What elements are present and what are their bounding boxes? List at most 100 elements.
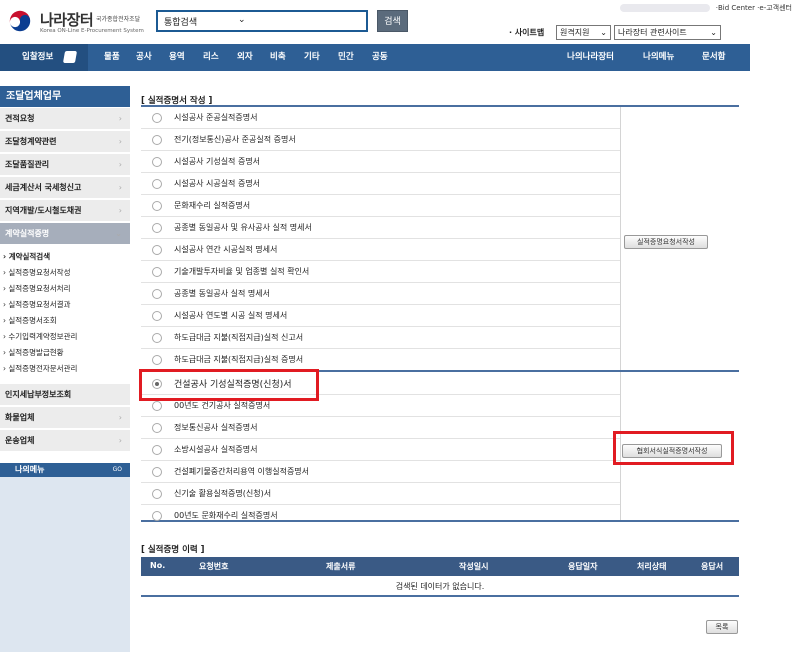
form-option-row[interactable]: 하도급대금 지불(직접지급)실적 증명서 — [141, 349, 620, 371]
nav-item-goods[interactable]: 물품 — [104, 44, 120, 71]
sidebar-subitem[interactable]: › 수기입력계약정보관리 — [3, 331, 77, 342]
form-option-row[interactable]: 00년도 문화재수리 실적증명서 — [141, 505, 620, 527]
mouse-icon — [62, 51, 78, 63]
sidebar-item-quality[interactable]: 조달품질관리 › — [0, 154, 130, 176]
sidebar-subitem[interactable]: › 실적증명전자문서관리 — [3, 363, 77, 374]
nav-my-menu[interactable]: 나의메뉴 — [643, 44, 674, 71]
radio-button[interactable] — [152, 333, 162, 343]
form-option-row[interactable]: 공종별 동일공사 실적 명세서 — [141, 283, 620, 305]
sidebar-item-performance-cert[interactable]: 계약실적증명 ⌄ — [0, 223, 130, 245]
form-option-row[interactable]: 정보통신공사 실적증명서 — [141, 417, 620, 439]
form-option-row[interactable]: 하도급대금 지불(직접지급)실적 신고서 — [141, 327, 620, 349]
sidebar-item-cargo[interactable]: 화물업체 › — [0, 407, 130, 429]
search-button[interactable]: 검색 — [377, 10, 408, 32]
col-response-doc: 응답서 — [701, 562, 724, 571]
sidebar-item-label: 화물업체 — [5, 413, 35, 422]
radio-button[interactable] — [152, 311, 162, 321]
form-option-row[interactable]: 시설공사 연간 시공실적 명세서 — [141, 239, 620, 261]
nav-bid-info[interactable]: 입찰정보 — [0, 44, 88, 71]
my-menu-go[interactable]: GO — [113, 463, 122, 477]
list-button[interactable]: 목록 — [706, 620, 738, 634]
sidebar-item-bonds[interactable]: 지역개발/도시철도채권 › — [0, 200, 130, 222]
radio-button[interactable] — [152, 401, 162, 411]
nara-logo[interactable]: 나라장터 국가종합전자조달 Korea ON-Line E-Procuremen… — [7, 7, 157, 35]
radio-button[interactable] — [152, 201, 162, 211]
radio-button[interactable] — [152, 355, 162, 365]
sidebar-item-contract[interactable]: 조달청계약관련 › — [0, 131, 130, 153]
sidebar-subitem[interactable]: › 실적증명요청서작성 — [3, 267, 70, 278]
sidebar-item-transport[interactable]: 운송업체 › — [0, 430, 130, 452]
radio-button[interactable] — [152, 489, 162, 499]
radio-button[interactable] — [152, 179, 162, 189]
nav-item-lease[interactable]: 리스 — [203, 44, 219, 71]
radio-button[interactable] — [152, 223, 162, 233]
form-option-row[interactable]: 전기(정보통신)공사 준공실적 증명서 — [141, 129, 620, 151]
create-request-button[interactable]: 실적증명요청서작성 — [624, 235, 708, 249]
nav-item-service[interactable]: 용역 — [169, 44, 185, 71]
related-sites-value: 나라장터 관련사이트 — [618, 28, 687, 37]
form-option-row[interactable]: 신기술 활용실적증명(신청)서 — [141, 483, 620, 505]
chevron-right-icon: › — [118, 114, 122, 123]
form-option-row[interactable]: 시설공사 시공실적 증명서 — [141, 173, 620, 195]
sidebar-subitem[interactable]: › 실적증명요청서결과 — [3, 299, 70, 310]
sitemap-select[interactable]: 원격지원 ⌄ — [556, 25, 611, 40]
form-option-row[interactable]: 건설폐기물중간처리용역 이행실적증명서 — [141, 461, 620, 483]
form-option-label: 신기술 활용실적증명(신청)서 — [174, 489, 272, 498]
sidebar-subitem[interactable]: › 계약실적검색 — [3, 251, 50, 262]
radio-button[interactable] — [152, 423, 162, 433]
form-option-row[interactable]: 시설공사 준공실적증명서 — [141, 107, 620, 129]
sidebar-item-quote-request[interactable]: 견적요청 › — [0, 108, 130, 130]
radio-button[interactable] — [152, 289, 162, 299]
chevron-right-icon: › — [118, 160, 122, 169]
util-links[interactable]: ·Bid Center ·e-고객센터 — [619, 3, 792, 13]
sidebar-subitem[interactable]: › 실적증명요청서처리 — [3, 283, 70, 294]
nav-item-private[interactable]: 민간 — [338, 44, 354, 71]
sidebar-item-stamp-tax[interactable]: 인지세납부정보조회 — [0, 384, 130, 406]
sidebar-subitem[interactable]: › 실적증명서조회 — [3, 315, 57, 326]
chevron-right-icon: › — [118, 206, 122, 215]
related-sites-select[interactable]: 나라장터 관련사이트 ⌄ — [614, 25, 721, 40]
my-menu-bar[interactable]: 나의메뉴 GO — [0, 463, 130, 477]
nav-document-box[interactable]: 문서함 — [702, 44, 725, 71]
nav-my-nara[interactable]: 나의나라장터 — [567, 44, 614, 71]
logo-subtitle: 국가종합전자조달 — [96, 16, 141, 23]
search-scope-select[interactable]: 통합검색 ⌄ — [156, 10, 368, 32]
sidebar-item-label: 세금계산서 국세청신고 — [5, 183, 82, 192]
form-option-label: 00년도 문화재수리 실적증명서 — [174, 511, 278, 520]
nav-item-construction[interactable]: 공사 — [136, 44, 152, 71]
form-option-row[interactable]: 소방시설공사 실적증명서 — [141, 439, 620, 461]
util-links-text[interactable]: ·Bid Center ·e-고객센터 — [716, 4, 792, 12]
nav-item-stockpile[interactable]: 비축 — [270, 44, 286, 71]
nav-item-etc[interactable]: 기타 — [304, 44, 320, 71]
col-created: 작성일시 — [459, 562, 489, 571]
highlight-association-button — [613, 431, 734, 465]
sidebar-subitem[interactable]: › 실적증명발급현황 — [3, 347, 64, 358]
radio-button[interactable] — [152, 113, 162, 123]
highlight-selected-option — [139, 369, 319, 401]
col-documents: 제출서류 — [326, 562, 356, 571]
form-option-row[interactable]: 문화재수리 실적증명서 — [141, 195, 620, 217]
form-option-row[interactable]: 시설공사 연도별 시공 실적 명세서 — [141, 305, 620, 327]
taegeuk-emblem-icon — [9, 10, 31, 32]
sidebar-item-label: 조달청계약관련 — [5, 137, 57, 146]
nav-item-joint[interactable]: 공동 — [372, 44, 388, 71]
form-option-label: 시설공사 시공실적 증명서 — [174, 179, 261, 188]
radio-button[interactable] — [152, 135, 162, 145]
sidebar-item-label: 인지세납부정보조회 — [5, 390, 72, 399]
nav-item-foreign[interactable]: 외자 — [237, 44, 253, 71]
radio-button[interactable] — [152, 245, 162, 255]
radio-button[interactable] — [152, 511, 162, 521]
form-option-row[interactable]: 시설공사 기성실적 증명서 — [141, 151, 620, 173]
form-option-label: 시설공사 연간 시공실적 명세서 — [174, 245, 278, 254]
sidebar-item-tax-invoice[interactable]: 세금계산서 국세청신고 › — [0, 177, 130, 199]
col-response-date: 응답일자 — [568, 562, 598, 571]
chevron-down-icon: ⌄ — [600, 28, 607, 37]
form-option-row[interactable]: 공종별 동일공사 및 유사공사 실적 명세서 — [141, 217, 620, 239]
radio-button[interactable] — [152, 157, 162, 167]
radio-button[interactable] — [152, 445, 162, 455]
radio-button[interactable] — [152, 267, 162, 277]
nav-bid-info-label: 입찰정보 — [22, 52, 54, 62]
chevron-down-icon: ⌄ — [710, 28, 717, 37]
form-option-row[interactable]: 기술개발투자비율 및 업종별 실적 확인서 — [141, 261, 620, 283]
radio-button[interactable] — [152, 467, 162, 477]
